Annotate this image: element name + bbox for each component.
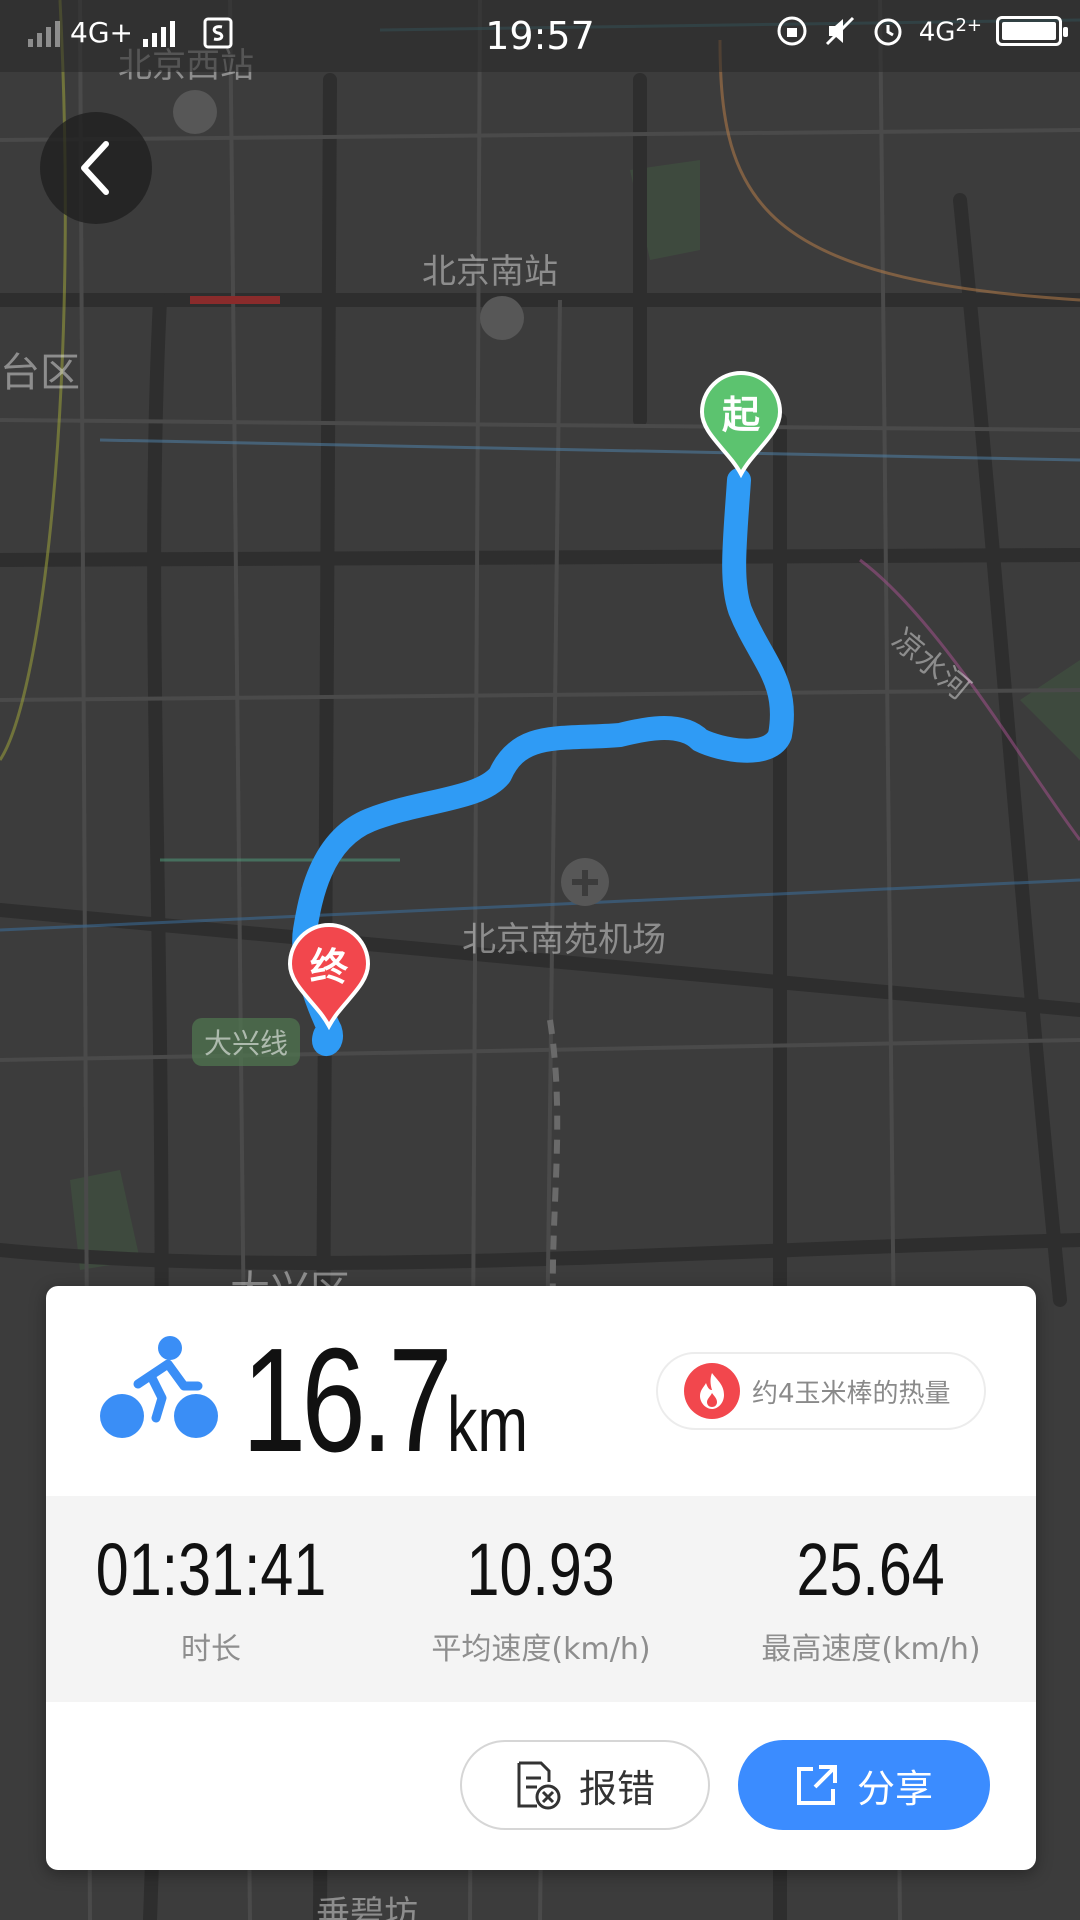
network-type-sim2: 4G2+ — [918, 14, 982, 48]
end-marker[interactable]: 终 — [286, 922, 372, 1031]
daxing-line-badge: 大兴线 — [192, 1018, 301, 1066]
action-bar: 报错 分享 — [46, 1702, 1036, 1870]
report-error-button[interactable]: 报错 — [460, 1740, 710, 1830]
report-error-label: 报错 — [578, 1766, 655, 1811]
stat-avg-speed: 10.93 平均速度(km/h) — [376, 1530, 706, 1668]
battery-icon — [996, 16, 1068, 46]
map-label-beijing-south: 北京南站 — [422, 252, 558, 292]
bicycle-icon — [100, 1336, 218, 1438]
share-button[interactable]: 分享 — [738, 1740, 990, 1830]
stat-duration-label: 时长 — [181, 1632, 241, 1667]
stat-max-speed: 25.64 最高速度(km/h) — [706, 1530, 1036, 1668]
end-marker-label: 终 — [309, 945, 348, 989]
summary-header: 16.7 km 约4玉米棒的热量 — [46, 1286, 1036, 1496]
calorie-text: 约4玉米棒的热量 — [752, 1378, 951, 1409]
distance-value: 16.7 — [242, 1318, 453, 1483]
ride-summary-card: 16.7 km 约4玉米棒的热量 01:31:41 时长 10.93 平均速度(… — [46, 1286, 1036, 1870]
stat-max-speed-label: 最高速度(km/h) — [761, 1632, 981, 1667]
map-label-fengtai: 台区 — [0, 350, 80, 396]
distance-readout: 16.7 km — [242, 1326, 551, 1476]
rotation-lock-icon — [777, 16, 807, 46]
alarm-icon — [874, 18, 902, 46]
mute-icon — [825, 16, 854, 46]
calorie-badge: 约4玉米棒的热量 — [656, 1352, 986, 1430]
stat-avg-speed-label: 平均速度(km/h) — [431, 1632, 651, 1667]
stats-panel: 01:31:41 时长 10.93 平均速度(km/h) 25.64 最高速度(… — [46, 1496, 1036, 1702]
ride-summary-screen: 北京西站 北京南站 台区 北京南苑机场 凉水河 大兴区 垂碧坊 大兴线 起 终 … — [0, 0, 1080, 1920]
map-label-bottom-place: 垂碧坊 — [316, 1894, 418, 1920]
start-marker[interactable]: 起 — [698, 370, 784, 479]
start-marker-label: 起 — [721, 393, 760, 437]
stat-max-speed-value: 25.64 — [796, 1528, 946, 1611]
stat-avg-speed-value: 10.93 — [466, 1528, 616, 1611]
chevron-left-icon — [81, 141, 109, 195]
stat-duration: 01:31:41 时长 — [46, 1530, 376, 1668]
share-icon — [796, 1765, 837, 1805]
share-label: 分享 — [856, 1766, 933, 1811]
fire-icon — [684, 1363, 740, 1419]
stat-duration-value: 01:31:41 — [95, 1528, 327, 1611]
status-bar: 4G+ 19:57 4G2+ — [0, 0, 1080, 72]
report-document-icon — [517, 1761, 561, 1810]
back-button[interactable] — [40, 112, 152, 224]
distance-unit: km — [447, 1380, 529, 1468]
map-label-nanyuan-airport: 北京南苑机场 — [462, 920, 666, 960]
